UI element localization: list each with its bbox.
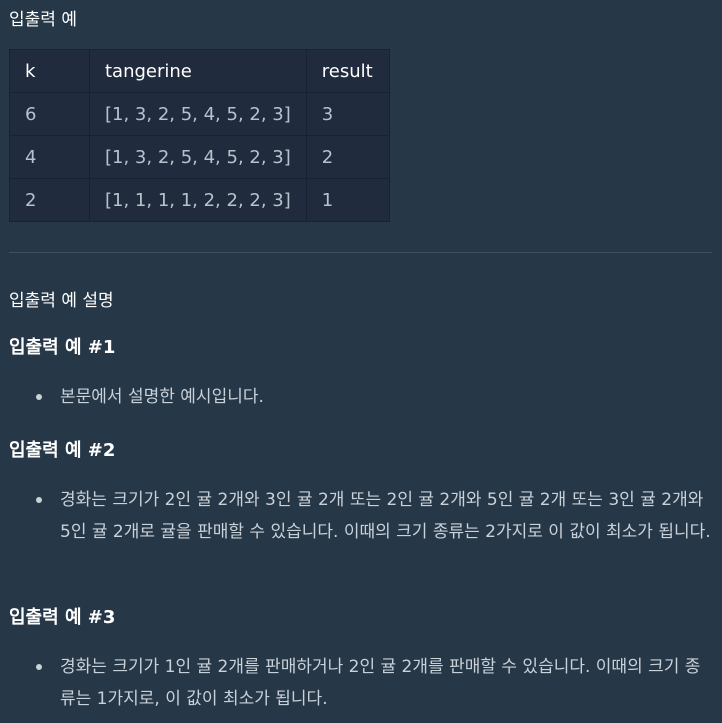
table-cell-tangerine: [1, 3, 2, 5, 4, 5, 2, 3] bbox=[89, 92, 307, 136]
table-row: 2 [1, 1, 1, 1, 2, 2, 2, 3] 1 bbox=[9, 178, 390, 222]
table-cell-tangerine: [1, 3, 2, 5, 4, 5, 2, 3] bbox=[89, 135, 307, 179]
column-header-result: result bbox=[305, 49, 390, 93]
case-3-text: 경화는 크기가 1인 귤 2개를 판매하거나 2인 귤 2개를 판매할 수 있습… bbox=[60, 657, 701, 709]
table-row: 6 [1, 3, 2, 5, 4, 5, 2, 3] 3 bbox=[9, 92, 390, 136]
io-example-table: k tangerine result 6 [1, 3, 2, 5, 4, 5, … bbox=[9, 49, 390, 222]
bullet-dot-icon bbox=[36, 497, 42, 503]
table-row: 4 [1, 3, 2, 5, 4, 5, 2, 3] 2 bbox=[9, 135, 390, 179]
table-cell-tangerine: [1, 1, 1, 1, 2, 2, 2, 3] bbox=[89, 178, 307, 222]
case-2-title: 입출력 예 #2 bbox=[9, 440, 116, 461]
case-1-title: 입출력 예 #1 bbox=[9, 337, 116, 358]
case-2-bullet: 경화는 크기가 2인 귤 2개와 3인 귤 2개 또는 2인 귤 2개와 5인 … bbox=[36, 484, 716, 548]
table-cell-k: 4 bbox=[9, 135, 90, 179]
case-1-text: 본문에서 설명한 예시입니다. bbox=[60, 387, 264, 407]
case-2-text: 경화는 크기가 2인 귤 2개와 3인 귤 2개 또는 2인 귤 2개와 5인 … bbox=[60, 490, 711, 542]
case-3-bullet: 경화는 크기가 1인 귤 2개를 판매하거나 2인 귤 2개를 판매할 수 있습… bbox=[36, 651, 716, 715]
case-3-title: 입출력 예 #3 bbox=[9, 607, 116, 628]
io-example-title: 입출력 예 bbox=[9, 10, 77, 30]
io-description-title: 입출력 예 설명 bbox=[9, 291, 114, 311]
bullet-dot-icon bbox=[36, 394, 42, 400]
column-header-tangerine: tangerine bbox=[89, 49, 307, 93]
table-cell-result: 3 bbox=[305, 92, 390, 136]
table-header-row: k tangerine result bbox=[9, 49, 390, 93]
table-cell-k: 6 bbox=[9, 92, 90, 136]
column-header-k: k bbox=[9, 49, 90, 93]
case-1-bullet: 본문에서 설명한 예시입니다. bbox=[36, 381, 716, 413]
table-cell-result: 1 bbox=[305, 178, 390, 222]
section-divider bbox=[9, 252, 712, 253]
table-cell-result: 2 bbox=[305, 135, 390, 179]
bullet-dot-icon bbox=[36, 664, 42, 670]
table-cell-k: 2 bbox=[9, 178, 90, 222]
